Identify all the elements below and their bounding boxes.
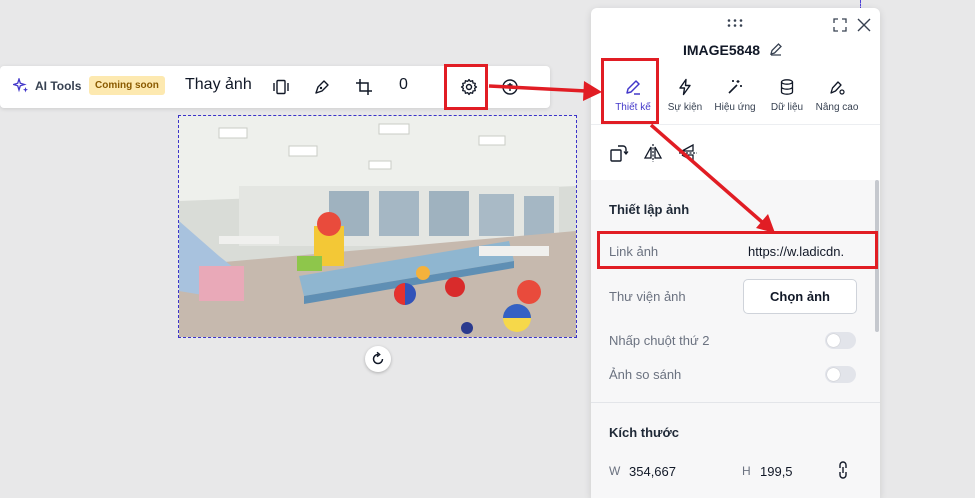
rotate-handle[interactable] [365, 346, 391, 372]
right-click-label: Nhấp chuột thứ 2 [609, 333, 710, 348]
lightning-icon [679, 78, 691, 96]
link-highlight-box [597, 231, 878, 269]
magic-wand-icon [728, 80, 742, 94]
compare-toggle[interactable] [825, 366, 856, 383]
tab-effects[interactable]: Hiệu ứng [713, 78, 757, 113]
height-input[interactable]: 199,5 [760, 464, 793, 479]
right-click-toggle[interactable] [825, 332, 856, 349]
edit-title-icon[interactable] [769, 42, 783, 56]
number-value: 0 [399, 76, 408, 93]
tabs-divider [591, 124, 880, 125]
ai-tools-label: AI Tools [35, 79, 82, 93]
gear-highlight-box [444, 64, 488, 110]
database-icon [780, 79, 794, 95]
size-title: Kích thước [609, 425, 679, 440]
close-icon[interactable] [857, 18, 871, 32]
frame-icon[interactable] [272, 78, 290, 96]
library-label: Thư viện ảnh [609, 289, 686, 304]
ai-tools-button[interactable]: AI Tools [13, 78, 81, 94]
image-settings-title: Thiết lập ảnh [609, 202, 690, 217]
tab-advanced-label: Nâng cao [815, 102, 859, 113]
tab-events[interactable]: Sự kiện [664, 78, 706, 113]
crop-icon[interactable] [355, 78, 373, 96]
info-icon[interactable] [501, 78, 519, 96]
choose-image-button[interactable]: Chọn ảnh [743, 279, 857, 314]
tab-data[interactable]: Dữ liệu [767, 78, 807, 113]
tab-data-label: Dữ liệu [770, 102, 804, 113]
tab-advanced[interactable]: Nâng cao [813, 78, 861, 113]
sparkle-icon [13, 78, 28, 93]
coming-soon-badge: Coming soon [89, 76, 165, 95]
drag-handle-icon[interactable] [726, 18, 744, 28]
tab-events-label: Sự kiện [667, 102, 703, 113]
rotate-icon[interactable] [609, 143, 629, 163]
expand-icon[interactable] [833, 18, 847, 32]
tab-effects-label: Hiệu ứng [714, 102, 756, 113]
pen-settings-icon [830, 81, 845, 95]
height-label: H [742, 464, 751, 478]
rotate-icon [372, 351, 384, 365]
width-input[interactable]: 354,667 [629, 464, 676, 479]
element-title: IMAGE5848 [683, 42, 761, 58]
replace-image-button[interactable]: Thay ảnh [185, 76, 252, 94]
selected-image[interactable] [178, 115, 577, 338]
width-label: W [609, 464, 621, 478]
compare-label: Ảnh so sánh [609, 367, 682, 382]
flip-horizontal-icon[interactable] [643, 143, 663, 163]
playroom-photo [179, 116, 576, 337]
flip-vertical-icon[interactable] [678, 143, 698, 163]
section-divider [591, 402, 880, 403]
pen-icon[interactable] [313, 78, 331, 96]
aspect-lock-icon[interactable] [837, 460, 849, 480]
design-tab-highlight-box [601, 58, 659, 124]
